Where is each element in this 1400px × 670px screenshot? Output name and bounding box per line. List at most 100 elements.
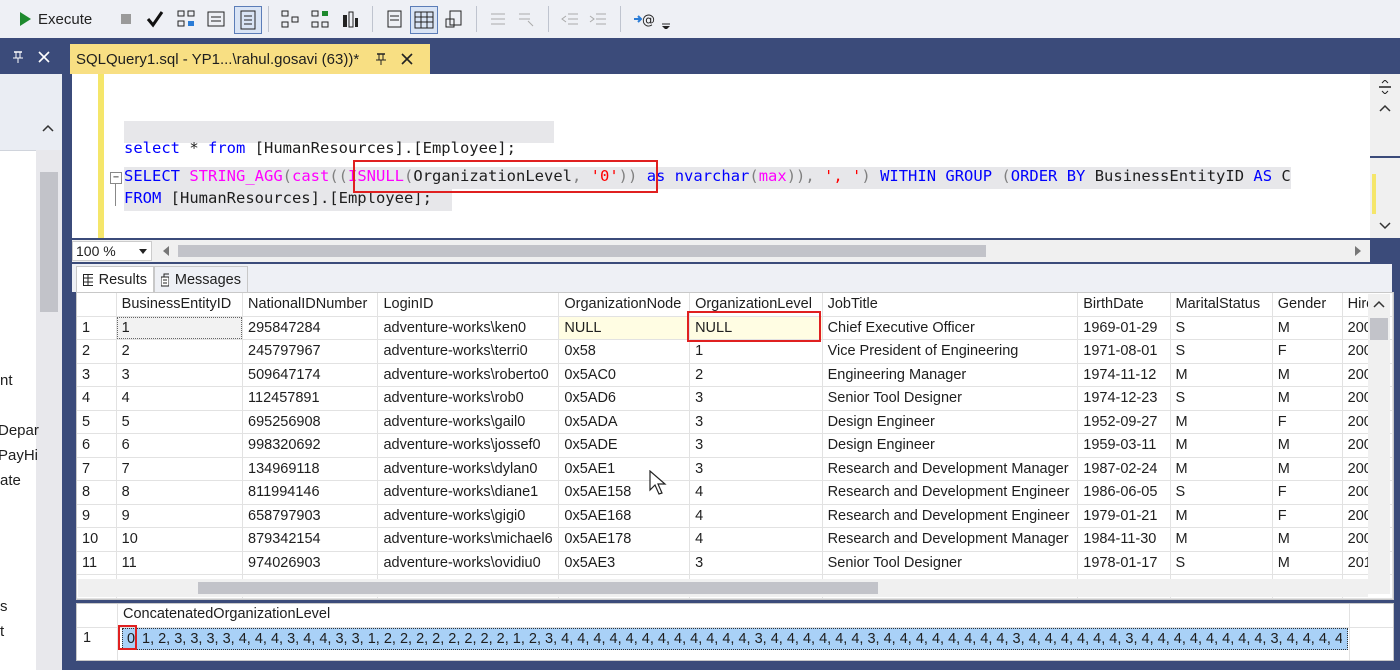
table-cell[interactable]: 509647174 [242,363,379,387]
table-cell[interactable]: Design Engineer [822,410,1079,434]
table-cell[interactable]: 11 [116,551,244,575]
table-cell[interactable]: 1 [689,339,823,364]
tree-item-fragment[interactable]: s [0,598,8,615]
include-plan-icon[interactable] [278,8,302,30]
uncomment-lines-icon[interactable] [514,8,538,30]
table-cell[interactable]: 2 [689,363,823,387]
pin-icon[interactable] [12,50,24,64]
table-cell[interactable]: 1974-11-12 [1077,363,1171,387]
column-header[interactable]: MaritalStatus [1170,293,1273,317]
row-number[interactable]: 9 [77,504,117,528]
table-row[interactable]: 9 9 658797903 adventure-works\gigi0 0x5AE168… [77,504,1393,528]
table-cell[interactable]: 974026903 [242,551,379,575]
table-cell[interactable]: 1986-06-05 [1077,480,1171,505]
table-cell[interactable]: S [1170,480,1273,505]
increase-indent-icon[interactable] [586,8,610,30]
grid1-vscroll-thumb[interactable] [1370,318,1388,340]
table-cell[interactable]: 1 [116,316,244,340]
scroll-right-icon[interactable] [1354,246,1362,256]
table-cell[interactable]: M [1170,457,1273,481]
table-cell[interactable]: 0x5AD6 [558,386,691,411]
table-cell[interactable]: 1974-12-23 [1077,386,1171,411]
row-number[interactable]: 10 [77,527,117,552]
table-cell[interactable]: adventure-works\rob0 [377,386,560,411]
row-number[interactable]: 1 [77,316,117,340]
column-header[interactable]: NationalIDNumber [242,293,379,317]
table-cell[interactable]: 879342154 [242,527,379,552]
table-cell[interactable]: 245797967 [242,339,379,364]
zoom-dropdown[interactable]: 100 % [72,241,152,261]
table-cell[interactable]: M [1272,386,1343,411]
editor-scroll-down-icon[interactable] [1379,222,1391,230]
table-cell[interactable]: Senior Tool Designer [822,551,1079,575]
scroll-left-icon[interactable] [162,246,170,256]
grid1-hscroll-thumb[interactable] [198,582,878,594]
grid1-horizontal-scrollbar[interactable] [78,579,1368,597]
table-cell[interactable]: adventure-works\terri0 [377,339,560,364]
results-text-file-icon[interactable] [382,8,406,30]
column-header[interactable]: LoginID [377,293,560,317]
table-cell[interactable]: 1987-02-24 [1077,457,1171,481]
execute-button[interactable]: Execute [18,8,108,30]
scroll-up-icon[interactable] [42,124,54,132]
table-cell[interactable]: 112457891 [242,386,379,411]
table-cell[interactable]: M [1272,551,1343,575]
table-cell[interactable]: 295847284 [242,316,379,340]
table-cell[interactable]: Vice President of Engineering [822,339,1079,364]
table-cell[interactable]: M [1272,316,1343,340]
close-pane-icon[interactable] [38,51,50,63]
table-row[interactable]: 6 6 998320692 adventure-works\jossef0 0x5ADE… [77,433,1393,458]
row-number[interactable]: 2 [77,339,117,364]
tree-item-fragment[interactable]: PayHi [0,447,38,464]
grid1-scroll-up-icon[interactable] [1373,300,1385,308]
comment-lines-icon[interactable] [486,8,510,30]
table-cell[interactable]: 1979-01-21 [1077,504,1171,528]
table-cell[interactable]: 0x58 [558,339,691,364]
table-cell[interactable]: 9 [116,504,244,528]
table-row[interactable]: 7 7 134969118 adventure-works\dylan0 0x5AE1 3… [77,457,1393,481]
table-cell[interactable]: 658797903 [242,504,379,528]
column-header[interactable]: JobTitle [822,293,1079,317]
table-cell[interactable]: adventure-works\ken0 [377,316,560,340]
table-row[interactable]: 3 3 509647174 adventure-works\roberto0 0x5AC… [77,363,1393,387]
table-cell[interactable]: 3 [689,386,823,411]
grid1-vertical-scrollbar[interactable] [1368,294,1390,594]
table-cell[interactable]: Design Engineer [822,433,1079,458]
table-cell[interactable]: 1978-01-17 [1077,551,1171,575]
pin-tab-icon[interactable] [375,52,387,66]
table-row[interactable]: 5 5 695256908 adventure-works\gail0 0x5ADA 3 D… [77,410,1393,434]
table-cell[interactable]: M [1170,363,1273,387]
table-cell[interactable]: Chief Executive Officer [822,316,1079,340]
row-number-header[interactable] [77,293,117,317]
column-header[interactable]: BusinessEntityID [116,293,244,317]
tab-results[interactable]: Results [76,266,154,292]
editor-hscroll-thumb[interactable] [178,245,986,257]
toolbar-overflow-icon[interactable] [660,8,672,30]
column-header[interactable]: BirthDate [1077,293,1171,317]
table-row[interactable]: 10 10 879342154 adventure-works\michael6 0x5… [77,527,1393,552]
table-cell[interactable]: M [1170,433,1273,458]
table-cell[interactable]: 1971-08-01 [1077,339,1171,364]
row-number[interactable]: 8 [77,480,117,505]
table-cell[interactable]: M [1272,363,1343,387]
stop-icon[interactable] [116,8,136,30]
row-number[interactable]: 6 [77,433,117,458]
table-cell[interactable]: adventure-works\diane1 [377,480,560,505]
table-row[interactable]: 4 4 112457891 adventure-works\rob0 0x5AD6 3 Se… [77,386,1393,411]
table-cell[interactable]: Senior Tool Designer [822,386,1079,411]
tree-item-fragment[interactable]: Depar [0,422,39,439]
table-cell[interactable]: 0x5AE1 [558,457,691,481]
table-cell[interactable]: 3 [689,551,823,575]
table-cell[interactable]: Engineering Manager [822,363,1079,387]
table-cell[interactable]: 0x5AE3 [558,551,691,575]
table-cell[interactable]: F [1272,410,1343,434]
table-cell[interactable]: 695256908 [242,410,379,434]
table-cell[interactable]: 811994146 [242,480,379,505]
specify-values-icon[interactable]: @ [630,8,658,30]
row-number[interactable]: 3 [77,363,117,387]
column-header[interactable]: ConcatenatedOrganizationLevel [123,606,330,622]
table-cell[interactable]: S [1170,386,1273,411]
table-cell[interactable]: 0x5AE178 [558,527,691,552]
table-cell[interactable]: M [1170,504,1273,528]
object-explorer-scroll-thumb[interactable] [40,172,58,312]
